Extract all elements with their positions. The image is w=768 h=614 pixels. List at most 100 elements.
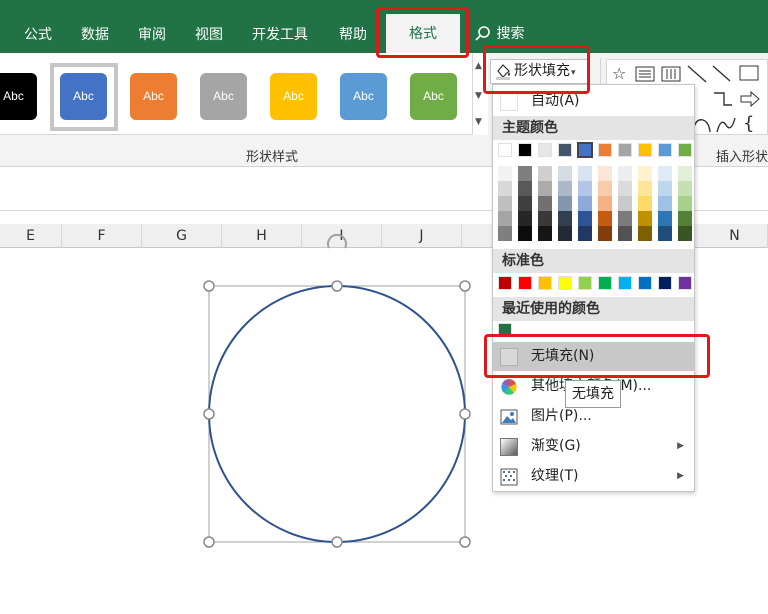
resize-handle[interactable] bbox=[331, 536, 343, 548]
theme-color-swatch[interactable] bbox=[498, 143, 512, 157]
theme-color-swatch[interactable] bbox=[658, 143, 672, 157]
theme-shade-swatch[interactable] bbox=[658, 196, 672, 211]
standard-color-swatch[interactable] bbox=[638, 276, 652, 290]
theme-shade-swatch[interactable] bbox=[518, 196, 532, 211]
no-fill-tooltip: 无填充 bbox=[565, 380, 621, 408]
theme-shade-swatch[interactable] bbox=[638, 211, 652, 226]
theme-shade-swatch[interactable] bbox=[678, 196, 692, 211]
theme-shade-swatch[interactable] bbox=[578, 211, 592, 226]
shape-fill-dropdown: 自动(A) 主题颜色 标准色 最近使用的颜色 无填充(N) 其他填充颜色(M).… bbox=[492, 84, 695, 492]
theme-shade-swatch[interactable] bbox=[618, 166, 632, 181]
recent-color-swatch[interactable] bbox=[498, 323, 512, 337]
standard-color-swatch[interactable] bbox=[618, 276, 632, 290]
theme-shade-swatch[interactable] bbox=[658, 166, 672, 181]
theme-shade-swatch[interactable] bbox=[618, 226, 632, 241]
theme-shade-swatch[interactable] bbox=[518, 166, 532, 181]
no-fill-icon bbox=[500, 348, 518, 366]
resize-handle[interactable] bbox=[459, 536, 471, 548]
theme-shade-swatch[interactable] bbox=[538, 211, 552, 226]
standard-color-swatch[interactable] bbox=[578, 276, 592, 290]
theme-shade-swatch[interactable] bbox=[578, 181, 592, 196]
theme-shade-swatch[interactable] bbox=[658, 211, 672, 226]
theme-shade-swatch[interactable] bbox=[498, 196, 512, 211]
theme-color-swatch[interactable] bbox=[577, 142, 593, 158]
theme-shade-swatch[interactable] bbox=[578, 226, 592, 241]
standard-color-swatch[interactable] bbox=[598, 276, 612, 290]
theme-color-swatch[interactable] bbox=[618, 143, 632, 157]
theme-shade-swatch[interactable] bbox=[518, 226, 532, 241]
submenu-arrow-icon: ▶ bbox=[677, 441, 684, 451]
circle-shape[interactable] bbox=[208, 285, 466, 543]
theme-shade-swatch[interactable] bbox=[638, 166, 652, 181]
theme-color-swatch[interactable] bbox=[678, 143, 692, 157]
theme-shade-swatch[interactable] bbox=[678, 166, 692, 181]
theme-shade-swatch[interactable] bbox=[538, 166, 552, 181]
theme-shade-swatch[interactable] bbox=[598, 166, 612, 181]
standard-color-swatch[interactable] bbox=[518, 276, 532, 290]
standard-color-swatch[interactable] bbox=[498, 276, 512, 290]
theme-shade-swatch[interactable] bbox=[558, 166, 572, 181]
automatic-color-icon bbox=[500, 93, 518, 111]
theme-shade-swatch[interactable] bbox=[498, 166, 512, 181]
rotate-handle-icon[interactable] bbox=[327, 233, 347, 249]
selection-box bbox=[208, 285, 466, 543]
menu-item-gradient[interactable]: 渐变(G) ▶ bbox=[493, 432, 694, 461]
theme-shade-swatch[interactable] bbox=[598, 211, 612, 226]
menu-item-automatic[interactable]: 自动(A) bbox=[493, 87, 694, 116]
theme-shade-swatch[interactable] bbox=[638, 226, 652, 241]
theme-shade-swatch[interactable] bbox=[598, 226, 612, 241]
theme-shade-swatch[interactable] bbox=[678, 211, 692, 226]
theme-shade-swatch[interactable] bbox=[538, 226, 552, 241]
theme-color-swatch[interactable] bbox=[558, 143, 572, 157]
theme-shade-swatch[interactable] bbox=[538, 181, 552, 196]
resize-handle[interactable] bbox=[203, 280, 215, 292]
theme-shade-swatch[interactable] bbox=[558, 181, 572, 196]
standard-colors-header: 标准色 bbox=[493, 249, 694, 273]
resize-handle[interactable] bbox=[459, 408, 471, 420]
theme-shade-swatch[interactable] bbox=[578, 166, 592, 181]
excel-window: 公式 数据 审阅 视图 开发工具 帮助 格式 搜索 Abc Abc Abc Ab… bbox=[0, 0, 768, 614]
standard-color-swatch[interactable] bbox=[678, 276, 692, 290]
theme-shade-swatch[interactable] bbox=[618, 211, 632, 226]
menu-item-texture[interactable]: 纹理(T) ▶ bbox=[493, 462, 694, 491]
theme-shade-swatch[interactable] bbox=[498, 226, 512, 241]
theme-shade-swatch[interactable] bbox=[558, 226, 572, 241]
theme-color-swatch[interactable] bbox=[638, 143, 652, 157]
theme-shade-swatch[interactable] bbox=[658, 226, 672, 241]
gradient-icon bbox=[500, 438, 518, 456]
texture-icon bbox=[500, 468, 518, 486]
theme-shade-swatch[interactable] bbox=[578, 196, 592, 211]
theme-shade-swatch[interactable] bbox=[538, 196, 552, 211]
theme-color-swatch[interactable] bbox=[598, 143, 612, 157]
theme-shade-swatch[interactable] bbox=[558, 196, 572, 211]
resize-handle[interactable] bbox=[459, 280, 471, 292]
theme-shade-swatch[interactable] bbox=[618, 196, 632, 211]
theme-shade-swatch[interactable] bbox=[678, 181, 692, 196]
picture-icon bbox=[500, 409, 518, 425]
resize-handle[interactable] bbox=[331, 280, 343, 292]
theme-shade-swatch[interactable] bbox=[518, 211, 532, 226]
recent-colors-header: 最近使用的颜色 bbox=[493, 297, 694, 321]
theme-shade-swatch[interactable] bbox=[638, 196, 652, 211]
standard-color-swatch[interactable] bbox=[558, 276, 572, 290]
theme-color-swatch[interactable] bbox=[518, 143, 532, 157]
theme-shade-swatch[interactable] bbox=[598, 196, 612, 211]
submenu-arrow-icon: ▶ bbox=[677, 471, 684, 481]
color-wheel-icon bbox=[501, 379, 517, 395]
theme-color-swatch[interactable] bbox=[538, 143, 552, 157]
resize-handle[interactable] bbox=[203, 408, 215, 420]
standard-color-swatch[interactable] bbox=[538, 276, 552, 290]
theme-shade-swatch[interactable] bbox=[498, 211, 512, 226]
resize-handle[interactable] bbox=[203, 536, 215, 548]
theme-shade-swatch[interactable] bbox=[558, 211, 572, 226]
theme-shade-swatch[interactable] bbox=[678, 226, 692, 241]
theme-shade-swatch[interactable] bbox=[598, 181, 612, 196]
theme-shade-swatch[interactable] bbox=[498, 181, 512, 196]
theme-shade-swatch[interactable] bbox=[518, 181, 532, 196]
theme-colors-header: 主题颜色 bbox=[493, 116, 694, 140]
menu-item-no-fill[interactable]: 无填充(N) bbox=[493, 342, 694, 371]
standard-color-swatch[interactable] bbox=[658, 276, 672, 290]
theme-shade-swatch[interactable] bbox=[618, 181, 632, 196]
theme-shade-swatch[interactable] bbox=[658, 181, 672, 196]
theme-shade-swatch[interactable] bbox=[638, 181, 652, 196]
